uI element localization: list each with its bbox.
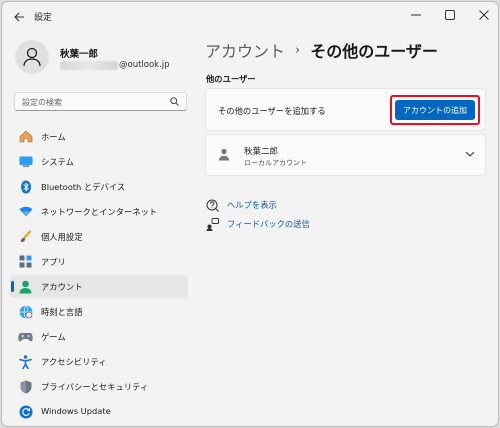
sidebar-item-time-language[interactable]: 時刻と言語 [10, 300, 188, 323]
back-arrow-icon [13, 12, 24, 22]
active-indicator [11, 281, 14, 292]
sidebar-item-accessibility[interactable]: アクセシビリティ [10, 350, 188, 373]
sidebar-item-bluetooth[interactable]: Bluetooth とデバイス [10, 175, 188, 198]
sidebar-item-label: Bluetooth とデバイス [41, 182, 126, 192]
windows-update-icon [18, 404, 33, 419]
back-button[interactable] [8, 7, 30, 27]
sidebar-item-label: 時刻と言語 [41, 307, 83, 317]
sidebar-item-apps[interactable]: アプリ [10, 250, 188, 273]
help-link[interactable]: ヘルプを表示 [205, 198, 277, 212]
section-title: 他のユーザー [206, 74, 256, 84]
sidebar-item-network[interactable]: ネットワークとインターネット [10, 200, 188, 223]
sidebar-item-accounts[interactable]: アカウント [10, 275, 188, 298]
accounts-icon [18, 279, 33, 294]
user-avatar-icon [23, 47, 41, 67]
sidebar-item-home[interactable]: ホーム [10, 125, 188, 148]
profile-email: @outlook.jp [60, 60, 170, 70]
add-account-button[interactable]: アカウントの追加 [395, 100, 475, 120]
time-language-icon [18, 304, 33, 319]
sidebar-item-label: Windows Update [41, 406, 111, 416]
chevron-down-icon[interactable] [465, 151, 475, 157]
breadcrumb-parent-link[interactable]: アカウント [205, 38, 285, 62]
close-button[interactable] [468, 2, 498, 28]
breadcrumb: アカウント › その他のユーザー [205, 38, 438, 62]
add-user-card: その他のユーザーを追加する アカウントの追加 [205, 88, 486, 131]
add-user-label: その他のユーザーを追加する [218, 106, 326, 116]
feedback-link-label: フィードバックの送信 [227, 219, 310, 229]
settings-window: 設定 秋葉一郎 @outlook.jp 設定の検索 ホーム システム Bluet… [1, 1, 499, 427]
breadcrumb-separator: › [295, 42, 301, 58]
sidebar-item-system[interactable]: システム [10, 150, 188, 173]
email-blurred-part [60, 60, 118, 70]
gaming-icon [18, 329, 33, 344]
home-icon [18, 129, 33, 144]
close-icon [479, 10, 489, 20]
apps-icon [18, 254, 33, 269]
sidebar-item-privacy[interactable]: プライバシーとセキュリティ [10, 375, 188, 398]
sidebar-item-gaming[interactable]: ゲーム [10, 325, 188, 348]
sidebar-item-label: ホーム [41, 132, 66, 142]
sidebar-item-personalization[interactable]: 個人用設定 [10, 225, 188, 248]
user-name: 秋葉二郎 [244, 147, 279, 157]
help-icon [205, 198, 219, 212]
window-title: 設定 [34, 13, 53, 23]
maximize-icon [445, 10, 455, 20]
search-input[interactable]: 設定の検索 [14, 92, 187, 111]
sidebar-item-label: アカウント [41, 282, 83, 292]
profile-email-suffix: @outlook.jp [119, 60, 170, 70]
minimize-button[interactable] [400, 2, 432, 28]
search-placeholder: 設定の検索 [22, 98, 62, 107]
highlight-frame: アカウントの追加 [390, 95, 480, 125]
bluetooth-icon [18, 179, 33, 194]
sidebar-item-label: システム [41, 157, 74, 167]
feedback-icon [205, 217, 219, 231]
avatar[interactable] [15, 40, 49, 74]
sidebar-item-label: ゲーム [41, 332, 66, 342]
user-icon [219, 148, 229, 161]
search-icon [170, 97, 179, 106]
minimize-icon [411, 14, 421, 16]
page-title: その他のユーザー [310, 42, 438, 61]
accessibility-icon [18, 354, 33, 369]
sidebar-item-label: プライバシーとセキュリティ [41, 382, 149, 392]
sidebar-item-label: ネットワークとインターネット [41, 207, 158, 217]
help-link-label: ヘルプを表示 [227, 200, 277, 210]
network-icon [18, 204, 33, 219]
profile-name: 秋葉一郎 [60, 49, 99, 60]
system-icon [18, 154, 33, 169]
title-bar: 設定 [2, 2, 498, 32]
maximize-button[interactable] [434, 2, 466, 28]
sidebar-item-label: アクセシビリティ [41, 357, 107, 367]
privacy-shield-icon [18, 379, 33, 394]
sidebar-item-windows-update[interactable]: Windows Update [10, 400, 188, 423]
user-entry-card[interactable]: 秋葉二郎 ローカルアカウント [205, 134, 486, 176]
user-account-type: ローカルアカウント [244, 159, 307, 167]
feedback-link[interactable]: フィードバックの送信 [205, 217, 310, 231]
personalization-icon [18, 229, 33, 244]
sidebar-item-label: 個人用設定 [41, 232, 83, 242]
sidebar-item-label: アプリ [41, 257, 66, 267]
